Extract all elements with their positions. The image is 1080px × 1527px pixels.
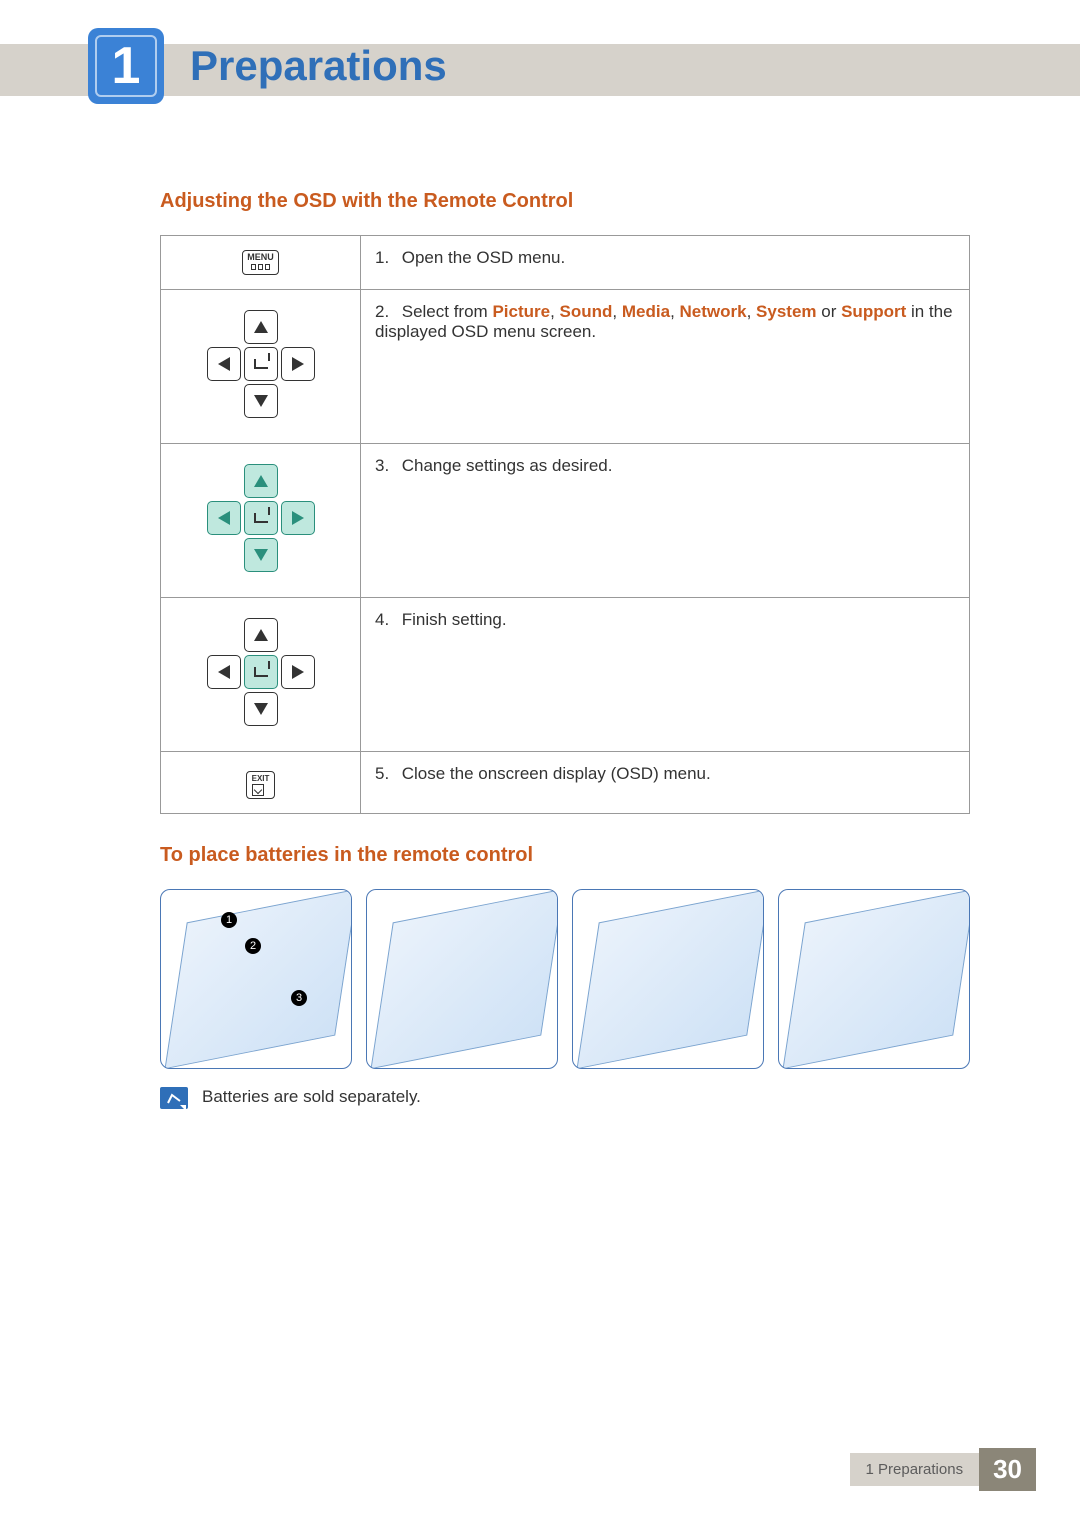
dpad-up-icon <box>244 310 278 344</box>
dpad-right-icon <box>281 655 315 689</box>
table-row: MENU 1. Open the OSD menu. <box>161 236 970 290</box>
menu-label: MENU <box>247 252 274 262</box>
note-text: Batteries are sold separately. <box>202 1087 421 1107</box>
note-row: Batteries are sold separately. <box>160 1087 970 1109</box>
battery-figure-row: 1 2 3 <box>160 889 970 1069</box>
dpad-left-icon <box>207 347 241 381</box>
dpad-up-icon <box>244 618 278 652</box>
dpad-right-icon <box>281 347 315 381</box>
callout-badge: 1 <box>221 912 237 928</box>
dpad-down-icon <box>244 538 278 572</box>
step-number: 2. <box>375 302 397 322</box>
step-number: 5. <box>375 764 397 784</box>
dpad-highlighted-icon <box>201 458 321 578</box>
dpad-down-icon <box>244 692 278 726</box>
section-heading-osd: Adjusting the OSD with the Remote Contro… <box>160 190 970 213</box>
exit-label: EXIT <box>252 774 270 783</box>
battery-step-panel <box>778 889 970 1069</box>
step-text: Select from Picture, Sound, Media, Netwo… <box>375 302 953 341</box>
dpad-left-icon <box>207 655 241 689</box>
remote-icon-cell <box>161 444 361 598</box>
page-footer: 1 Preparations 30 <box>850 1448 1036 1491</box>
note-icon <box>160 1087 188 1109</box>
step-text-cell: 5. Close the onscreen display (OSD) menu… <box>361 752 970 814</box>
dpad-right-icon <box>281 501 315 535</box>
callout-badge: 3 <box>291 990 307 1006</box>
step-text-cell: 2. Select from Picture, Sound, Media, Ne… <box>361 290 970 444</box>
dpad-icon <box>201 304 321 424</box>
battery-step-panel <box>366 889 558 1069</box>
remote-icon-cell: EXIT <box>161 752 361 814</box>
chapter-badge: 1 <box>88 28 164 104</box>
step-text: Change settings as desired. <box>402 456 613 475</box>
remote-illustration <box>371 889 558 1069</box>
dpad-up-icon <box>244 464 278 498</box>
remote-icon-cell: MENU <box>161 236 361 290</box>
step-text-cell: 4. Finish setting. <box>361 598 970 752</box>
footer-chapter-label: 1 Preparations <box>850 1453 980 1486</box>
table-row: 4. Finish setting. <box>161 598 970 752</box>
step-text: Open the OSD menu. <box>402 248 565 267</box>
dpad-enter-icon <box>244 501 278 535</box>
step-number: 3. <box>375 456 397 476</box>
step-number: 1. <box>375 248 397 268</box>
remote-illustration <box>577 889 764 1069</box>
battery-step-panel: 1 2 3 <box>160 889 352 1069</box>
dpad-down-icon <box>244 384 278 418</box>
remote-illustration <box>165 889 352 1069</box>
table-row: EXIT 5. Close the onscreen display (OSD)… <box>161 752 970 814</box>
dpad-left-icon <box>207 501 241 535</box>
dpad-enter-icon <box>244 347 278 381</box>
table-row: 3. Change settings as desired. <box>161 444 970 598</box>
chapter-title: Preparations <box>190 42 447 90</box>
remote-illustration <box>783 889 970 1069</box>
step-text-cell: 3. Change settings as desired. <box>361 444 970 598</box>
dpad-enter-icon <box>244 655 278 689</box>
osd-steps-table: MENU 1. Open the OSD menu. 2. <box>160 235 970 814</box>
section-heading-batteries: To place batteries in the remote control <box>160 844 970 867</box>
footer-page-number: 30 <box>979 1448 1036 1491</box>
chapter-number: 1 <box>112 40 141 92</box>
step-number: 4. <box>375 610 397 630</box>
page-content: Adjusting the OSD with the Remote Contro… <box>160 190 970 1109</box>
table-row: 2. Select from Picture, Sound, Media, Ne… <box>161 290 970 444</box>
remote-icon-cell <box>161 598 361 752</box>
battery-step-panel <box>572 889 764 1069</box>
callout-badge: 2 <box>245 938 261 954</box>
step-text: Close the onscreen display (OSD) menu. <box>402 764 711 783</box>
dpad-enter-highlighted-icon <box>201 612 321 732</box>
step-text: Finish setting. <box>402 610 507 629</box>
exit-button-icon: EXIT <box>246 771 276 799</box>
remote-icon-cell <box>161 290 361 444</box>
step-text-cell: 1. Open the OSD menu. <box>361 236 970 290</box>
menu-button-icon: MENU <box>242 250 279 275</box>
